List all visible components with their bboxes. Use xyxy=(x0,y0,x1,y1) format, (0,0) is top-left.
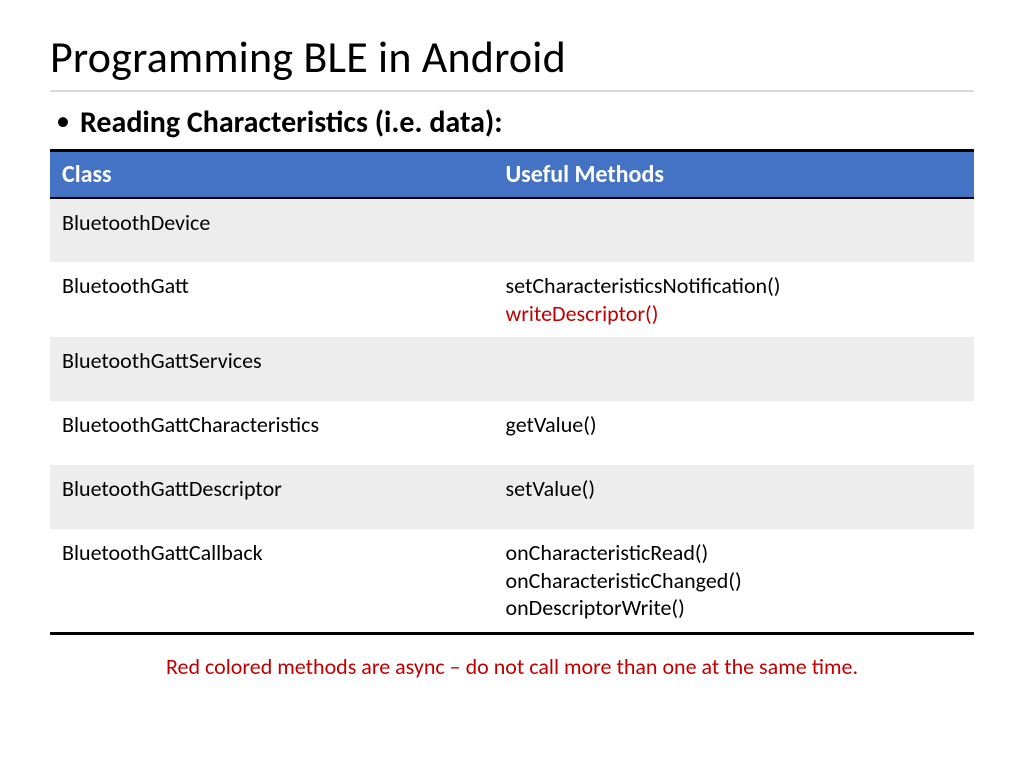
bullet-line: • Reading Characteristics (i.e. data): xyxy=(56,104,974,141)
class-cell: BluetoothGatt xyxy=(50,262,494,337)
class-cell: BluetoothGattServices xyxy=(50,337,494,401)
table-row: BluetoothGattCharacteristics getValue() xyxy=(50,401,974,465)
methods-cell xyxy=(494,198,974,262)
class-cell: BluetoothGattDescriptor xyxy=(50,465,494,529)
bullet-text: Reading Characteristics (i.e. data): xyxy=(80,104,503,141)
header-class: Class xyxy=(50,151,494,199)
method-name: setValue() xyxy=(506,475,962,503)
method-name: getValue() xyxy=(506,411,962,439)
methods-cell xyxy=(494,337,974,401)
method-name: onCharacteristicRead() xyxy=(506,539,962,567)
methods-cell: setValue() xyxy=(494,465,974,529)
class-cell: BluetoothGattCharacteristics xyxy=(50,401,494,465)
footnote: Red colored methods are async – do not c… xyxy=(50,653,974,680)
table-body: BluetoothDevice BluetoothGattsetCharacte… xyxy=(50,198,974,633)
table-row: BluetoothDevice xyxy=(50,198,974,262)
methods-cell: getValue() xyxy=(494,401,974,465)
table-row: BluetoothGattCallbackonCharacteristicRea… xyxy=(50,529,974,633)
method-name: onCharacteristicChanged() xyxy=(506,567,962,595)
slide: Programming BLE in Android • Reading Cha… xyxy=(0,0,1024,768)
bullet-dot: • xyxy=(56,107,70,135)
method-name: writeDescriptor() xyxy=(506,300,962,328)
table-row: BluetoothGattDescriptor setValue() xyxy=(50,465,974,529)
class-cell: BluetoothDevice xyxy=(50,198,494,262)
table-header-row: Class Useful Methods xyxy=(50,151,974,199)
method-name: setCharacteristicsNotification() xyxy=(506,272,962,300)
method-name: onDescriptorWrite() xyxy=(506,594,962,622)
class-cell: BluetoothGattCallback xyxy=(50,529,494,633)
api-table: Class Useful Methods BluetoothDevice Blu… xyxy=(50,149,974,635)
table-row: BluetoothGattServices xyxy=(50,337,974,401)
slide-title: Programming BLE in Android xyxy=(50,30,974,92)
methods-cell: onCharacteristicRead()onCharacteristicCh… xyxy=(494,529,974,633)
header-methods: Useful Methods xyxy=(494,151,974,199)
methods-cell: setCharacteristicsNotification()writeDes… xyxy=(494,262,974,337)
table-row: BluetoothGattsetCharacteristicsNotificat… xyxy=(50,262,974,337)
